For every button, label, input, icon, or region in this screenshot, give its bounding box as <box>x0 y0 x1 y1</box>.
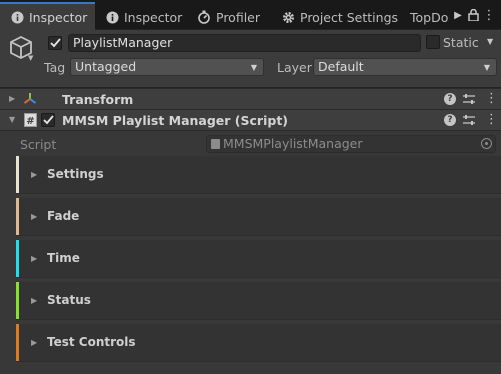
lock-icon[interactable] <box>467 8 479 22</box>
component-playlist-manager[interactable]: ▼ # MMSM Playlist Manager (Script) ? ⋮ <box>0 109 501 131</box>
help-icon[interactable]: ? <box>444 114 456 126</box>
tab-scroll-right-icon[interactable]: ▶ <box>452 8 464 22</box>
component-menu-icon[interactable]: ⋮ <box>485 91 498 107</box>
chevron-down-icon: ▼ <box>483 63 490 72</box>
tab-label: TopDo <box>410 9 449 25</box>
layer-value: Default <box>318 59 364 74</box>
script-value: MMSMPlaylistManager <box>223 136 363 151</box>
static-checkbox[interactable] <box>426 35 440 49</box>
layer-label: Layer <box>277 60 312 75</box>
tab-project-settings[interactable]: Project Settings <box>271 4 399 30</box>
presets-icon[interactable] <box>463 114 475 126</box>
help-icon[interactable]: ? <box>444 93 456 105</box>
tab-profiler[interactable]: Profiler <box>187 4 271 30</box>
object-header: ▼ PlaylistManager Static ▼ Tag Untagged … <box>0 30 501 88</box>
static-dropdown-arrow-icon[interactable]: ▼ <box>487 37 493 46</box>
script-field[interactable]: MMSMPlaylistManager <box>206 135 496 153</box>
active-checkbox[interactable] <box>48 36 62 50</box>
foldout-collapsed-icon[interactable]: ▶ <box>31 338 37 347</box>
section-settings[interactable]: ▶ Settings <box>16 156 501 194</box>
gear-icon <box>281 10 295 24</box>
layer-dropdown[interactable]: Default ▼ <box>313 58 497 76</box>
section-test-controls[interactable]: ▶ Test Controls <box>16 324 501 362</box>
chevron-down-icon: ▼ <box>250 63 257 72</box>
section-title: Time <box>47 251 80 265</box>
static-label: Static <box>443 35 479 50</box>
tab-label: Profiler <box>216 9 261 25</box>
tag-label: Tag <box>44 60 66 75</box>
section-color-bar <box>16 282 19 319</box>
section-time[interactable]: ▶ Time <box>16 240 501 278</box>
section-color-bar <box>16 324 19 361</box>
section-title: Test Controls <box>47 335 136 349</box>
tab-topdown[interactable]: TopDo <box>399 4 451 30</box>
object-picker-icon[interactable] <box>481 138 492 149</box>
tag-dropdown[interactable]: Untagged ▼ <box>70 58 264 76</box>
component-transform[interactable]: ▶ Transform ? ⋮ <box>0 88 501 110</box>
profiler-icon <box>197 10 211 24</box>
tab-label: Inspector <box>124 9 183 25</box>
info-icon <box>105 10 119 24</box>
section-fade[interactable]: ▶ Fade <box>16 198 501 236</box>
section-status[interactable]: ▶ Status <box>16 282 501 320</box>
transform-icon <box>23 92 37 106</box>
section-color-bar <box>16 198 19 235</box>
script-label: Script <box>20 137 57 152</box>
foldout-collapsed-icon[interactable]: ▶ <box>31 296 37 305</box>
tab-label: Project Settings <box>300 9 399 25</box>
component-title: MMSM Playlist Manager (Script) <box>62 113 289 128</box>
section-title: Status <box>47 293 91 307</box>
component-title: Transform <box>62 92 134 107</box>
tab-menu-icon[interactable]: ⋮ <box>483 8 496 23</box>
object-name-field[interactable]: PlaylistManager <box>68 34 421 52</box>
section-title: Settings <box>47 167 104 181</box>
tab-inspector-active[interactable]: Inspector <box>0 2 95 30</box>
component-enabled-checkbox[interactable] <box>41 113 55 127</box>
foldout-expanded-icon[interactable]: ▼ <box>9 115 15 124</box>
info-icon <box>10 10 24 24</box>
component-menu-icon[interactable]: ⋮ <box>485 112 498 128</box>
script-file-icon <box>211 139 220 149</box>
tag-value: Untagged <box>75 59 137 74</box>
section-color-bar <box>16 240 19 277</box>
svg-text:#: # <box>26 116 34 127</box>
foldout-collapsed-icon[interactable]: ▶ <box>9 94 15 103</box>
foldout-collapsed-icon[interactable]: ▶ <box>31 212 37 221</box>
section-color-bar <box>16 156 19 193</box>
foldout-collapsed-icon[interactable]: ▶ <box>31 170 37 179</box>
presets-icon[interactable] <box>463 93 475 105</box>
tab-bar: Inspector Inspector Profiler Project Set… <box>0 0 501 30</box>
tab-label: Inspector <box>29 9 88 25</box>
foldout-collapsed-icon[interactable]: ▶ <box>31 254 37 263</box>
section-title: Fade <box>47 209 80 223</box>
script-icon: # <box>23 113 37 127</box>
tab-inspector[interactable]: Inspector <box>95 4 187 30</box>
icon-dropdown-arrow-icon[interactable]: ▼ <box>28 54 33 62</box>
